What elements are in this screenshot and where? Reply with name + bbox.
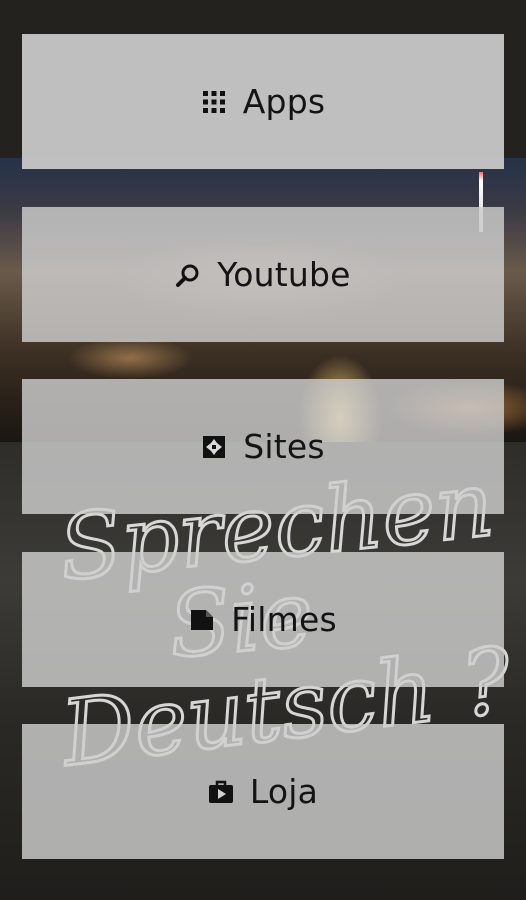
menu-item-label: Youtube xyxy=(217,255,351,294)
menu-item-filmes[interactable]: Filmes xyxy=(22,552,504,687)
menu-item-label: Loja xyxy=(249,772,319,811)
search-icon xyxy=(175,262,201,288)
grid-icon xyxy=(201,89,227,115)
puzzle-icon xyxy=(201,434,227,460)
menu-item-sites[interactable]: Sites xyxy=(22,379,504,514)
menu-item-apps[interactable]: Apps xyxy=(22,34,504,169)
menu-item-label: Sites xyxy=(243,427,325,466)
menu-item-loja[interactable]: Loja xyxy=(22,724,504,859)
play-bag-icon xyxy=(208,779,234,805)
menu-item-label: Apps xyxy=(242,82,326,121)
menu-item-label: Filmes xyxy=(231,600,337,639)
document-icon xyxy=(189,607,215,633)
app-screen: Sprechen Sie Deutsch ? Apps xyxy=(0,0,526,900)
menu-item-youtube[interactable]: Youtube xyxy=(22,207,504,342)
